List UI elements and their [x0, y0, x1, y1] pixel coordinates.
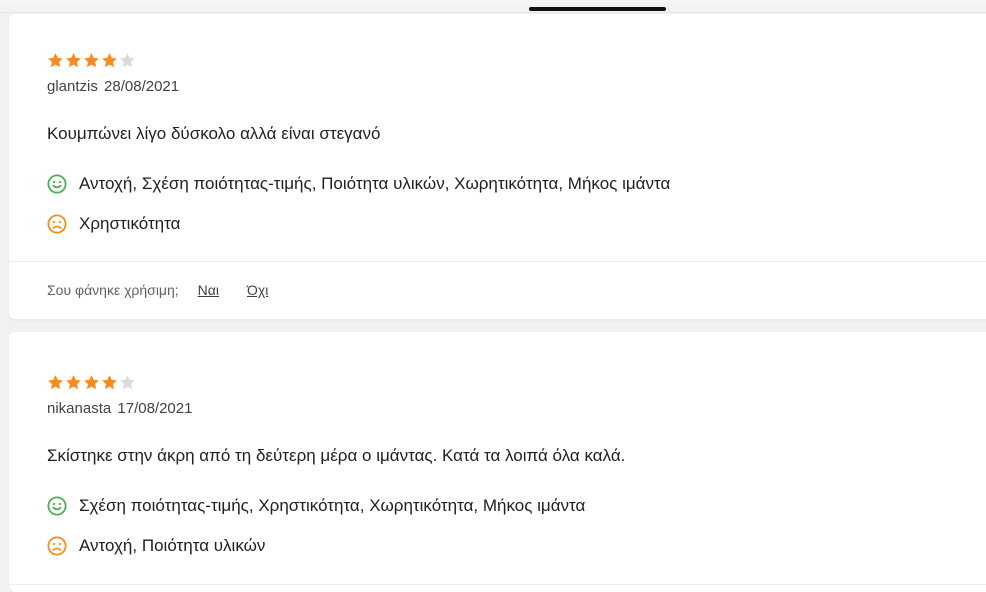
review-text: Κουμπώνει λίγο δύσκολο αλλά είναι στεγαν…	[47, 124, 381, 143]
star-filled-icon	[101, 52, 118, 69]
review-pros: Αντοχή, Σχέση ποιότητας-τιμής, Ποιότητα …	[47, 174, 986, 194]
review-cons: Αντοχή, Ποιότητα υλικών	[47, 536, 986, 556]
review-card: nikanasta 17/08/2021 Σκίστηκε στην άκρη …	[9, 332, 986, 592]
star-filled-icon	[83, 374, 100, 391]
review-meta: glantzis 28/08/2021	[47, 78, 986, 95]
review-author: nikanasta	[47, 400, 112, 417]
review-meta: nikanasta 17/08/2021	[47, 400, 986, 417]
star-rating	[47, 372, 986, 392]
helpful-no-link[interactable]: Όχι	[247, 282, 268, 298]
divider	[9, 261, 986, 262]
star-filled-icon	[83, 52, 100, 69]
frown-icon	[47, 214, 67, 234]
star-rating	[47, 50, 986, 70]
review-author: glantzis	[47, 78, 98, 95]
cons-text: Αντοχή, Ποιότητα υλικών	[79, 536, 266, 555]
frown-icon	[47, 536, 67, 556]
star-filled-icon	[65, 52, 82, 69]
star-filled-icon	[65, 374, 82, 391]
smile-icon	[47, 496, 67, 516]
scroll-indicator	[529, 7, 666, 11]
star-filled-icon	[47, 374, 64, 391]
smile-icon	[47, 174, 67, 194]
pros-text: Σχέση ποιότητας-τιμής, Χρηστικότητα, Χωρ…	[79, 496, 586, 515]
review-pros: Σχέση ποιότητας-τιμής, Χρηστικότητα, Χωρ…	[47, 496, 986, 516]
star-filled-icon	[47, 52, 64, 69]
star-empty-icon	[119, 52, 136, 69]
star-filled-icon	[101, 374, 118, 391]
star-empty-icon	[119, 374, 136, 391]
review-text: Σκίστηκε στην άκρη από τη δεύτερη μέρα ο…	[47, 446, 626, 465]
review-date: 28/08/2021	[104, 78, 180, 95]
pros-text: Αντοχή, Σχέση ποιότητας-τιμής, Ποιότητα …	[79, 174, 671, 193]
helpful-question: Σου φάνηκε χρήσιμη;	[47, 282, 179, 298]
helpful-section: Σου φάνηκε χρήσιμη; Ναι Όχι	[47, 282, 268, 298]
review-date: 17/08/2021	[117, 400, 193, 417]
cons-text: Χρηστικότητα	[79, 214, 181, 233]
helpful-yes-link[interactable]: Ναι	[198, 282, 219, 298]
page-top-edge	[0, 0, 986, 13]
divider	[9, 584, 986, 585]
review-card: glantzis 28/08/2021 Κουμπώνει λίγο δύσκο…	[9, 14, 986, 319]
review-cons: Χρηστικότητα	[47, 214, 986, 234]
